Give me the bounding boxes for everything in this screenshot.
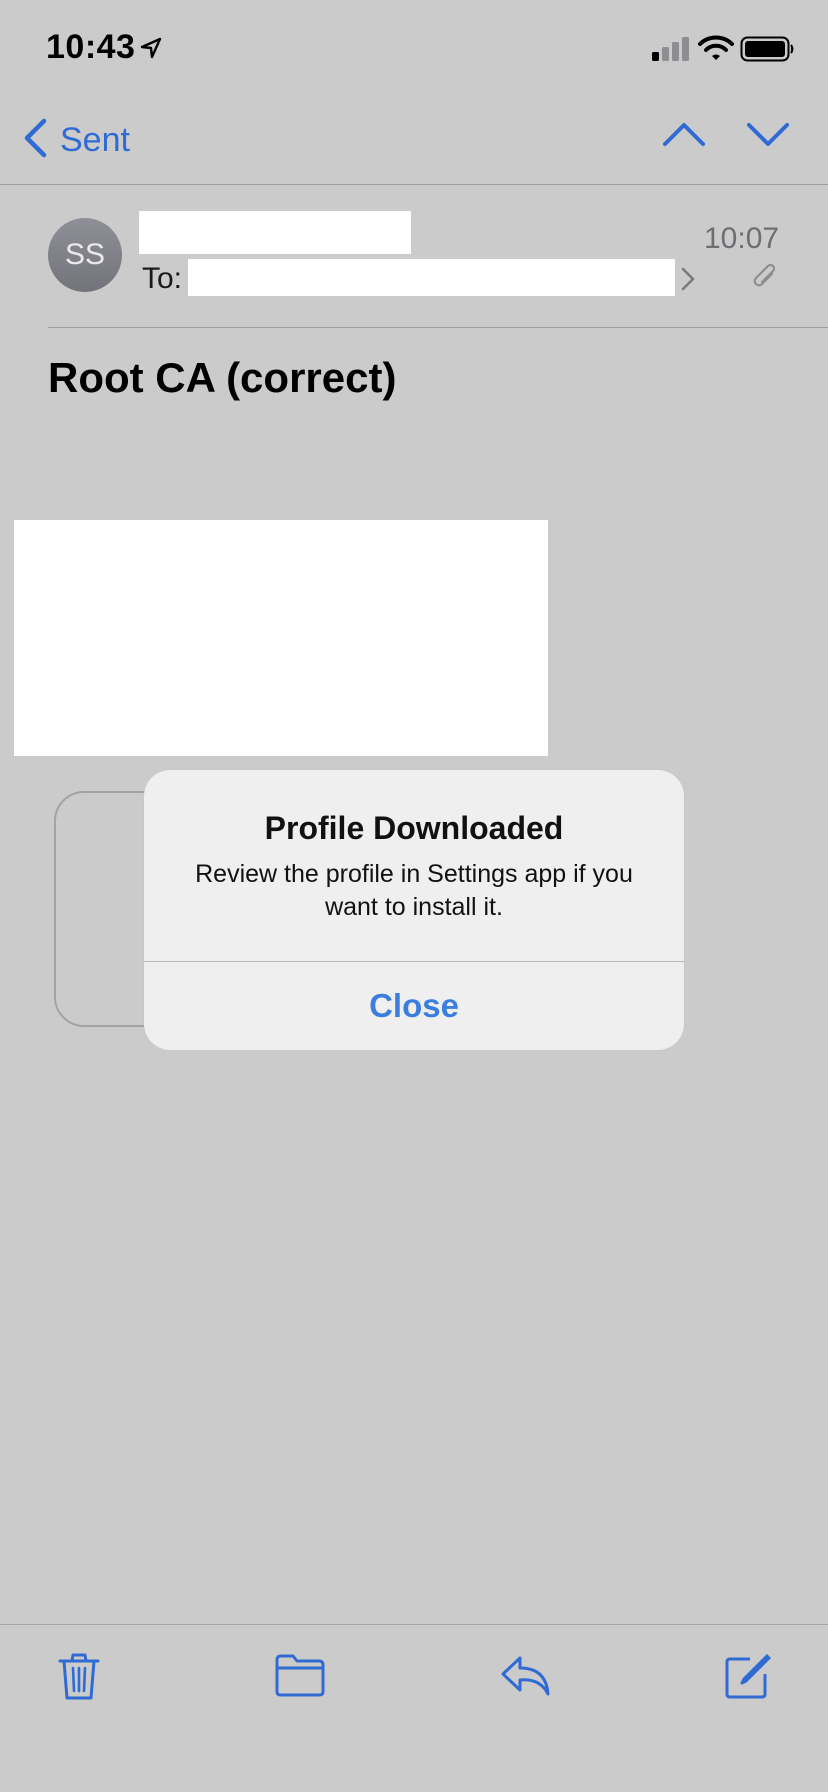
back-button[interactable]: Sent xyxy=(22,118,130,163)
avatar[interactable]: SS xyxy=(48,218,122,292)
message-subject: Root CA (correct) xyxy=(48,354,397,401)
chevron-up-icon xyxy=(662,123,706,152)
nav-divider xyxy=(0,184,828,185)
chevron-right-icon[interactable] xyxy=(680,266,696,297)
compose-icon xyxy=(724,1653,772,1704)
wifi-icon xyxy=(698,34,734,67)
chevron-left-icon xyxy=(22,118,48,163)
toolbar-divider xyxy=(0,1624,828,1625)
cellular-signal-icon xyxy=(652,36,692,67)
message-time: 10:07 xyxy=(704,222,780,255)
move-to-folder-button[interactable] xyxy=(274,1652,326,1703)
chevron-down-icon xyxy=(746,123,790,152)
message-body-redacted xyxy=(14,520,548,756)
to-label: To: xyxy=(142,262,183,295)
compose-button[interactable] xyxy=(724,1652,772,1705)
back-button-label: Sent xyxy=(60,121,130,159)
reply-icon xyxy=(500,1656,552,1702)
paperclip-icon xyxy=(752,262,778,297)
recipient-redacted[interactable] xyxy=(188,259,675,296)
reply-button[interactable] xyxy=(500,1652,552,1703)
trash-button[interactable] xyxy=(56,1652,102,1707)
alert-title: Profile Downloaded xyxy=(264,810,564,846)
next-message-button[interactable] xyxy=(746,120,790,153)
alert-dialog: Profile Downloaded Review the profile in… xyxy=(144,770,684,1050)
alert-message: Review the profile in Settings app if yo… xyxy=(195,860,633,921)
close-button[interactable]: Close xyxy=(144,962,684,1050)
battery-icon xyxy=(740,36,796,67)
folder-icon xyxy=(274,1654,326,1702)
previous-message-button[interactable] xyxy=(662,120,706,153)
location-arrow-icon xyxy=(140,37,162,64)
status-time: 10:43 xyxy=(46,28,136,66)
header-divider xyxy=(48,327,828,328)
trash-icon xyxy=(56,1653,102,1706)
sender-name-redacted[interactable] xyxy=(139,211,411,254)
